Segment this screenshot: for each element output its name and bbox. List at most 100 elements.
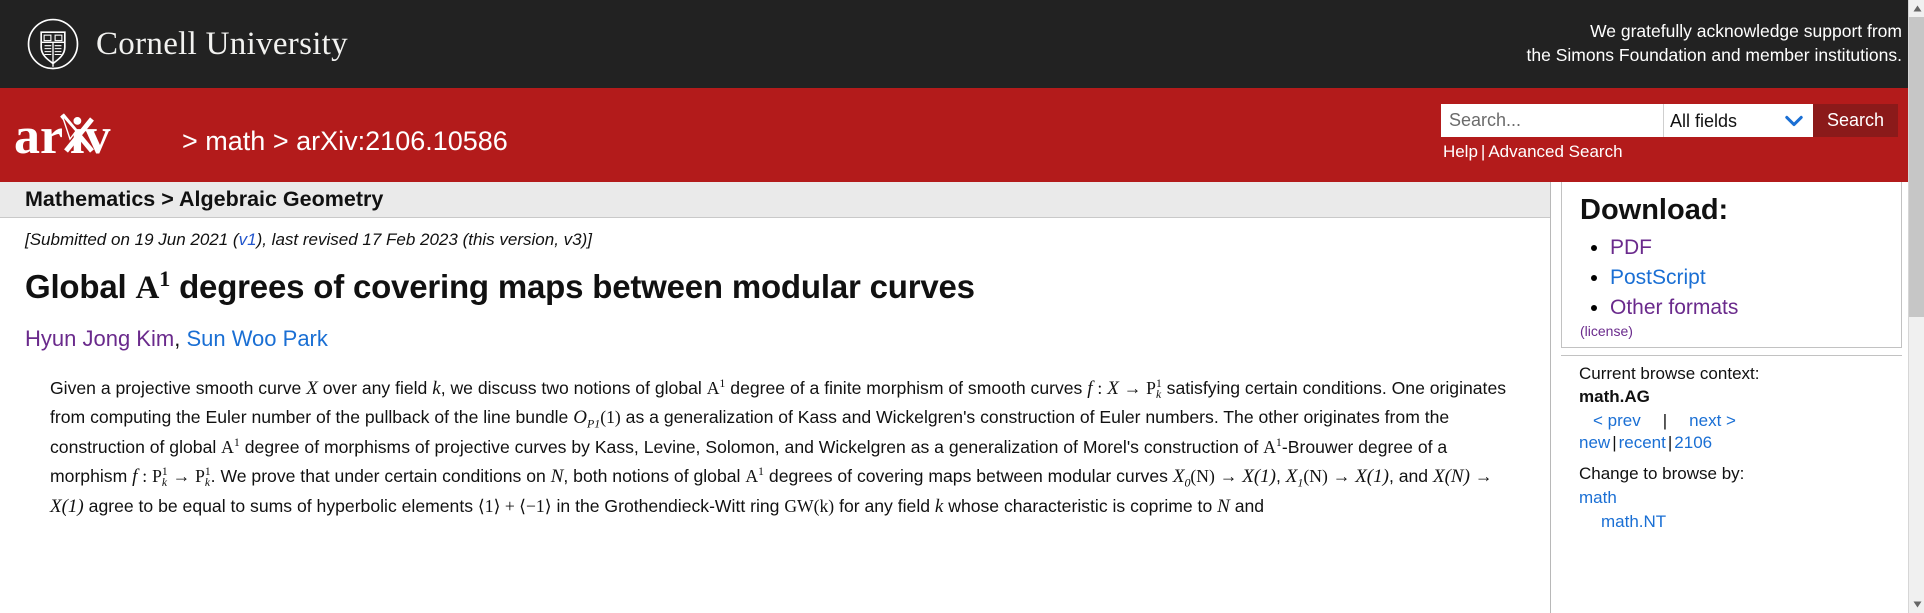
abstract-seg-4: degree of a finite morphism of smooth cu… xyxy=(730,377,1083,398)
help-separator: | xyxy=(1480,142,1486,161)
browse-link-math-nt[interactable]: math.NT xyxy=(1579,510,1902,534)
math-X0N-arg: (N) xyxy=(1190,465,1215,486)
download-heading: Download: xyxy=(1580,194,1729,226)
math-X: X xyxy=(306,377,318,399)
svg-text:ar: ar xyxy=(14,109,63,161)
list-item[interactable]: PDF xyxy=(1610,233,1901,263)
abstract-seg-14: in the Grothendieck-Witt ring xyxy=(556,495,780,516)
help-link[interactable]: Help xyxy=(1443,142,1478,161)
arxiv-header: ar iv > math > arXiv:2106.10586 All xyxy=(0,88,1924,182)
title-part-1: Global xyxy=(25,268,127,305)
subject-breadcrumb-bar: Mathematics > Algebraic Geometry xyxy=(0,182,1550,218)
math-A1-b: A1 xyxy=(221,435,240,458)
advanced-search-link[interactable]: Advanced Search xyxy=(1488,142,1622,161)
month-link[interactable]: 2106 xyxy=(1674,433,1712,452)
abstract-seg-3: , we discuss two notions of global xyxy=(440,377,702,398)
cornell-seal-icon xyxy=(27,18,79,70)
math-N: N xyxy=(550,465,564,487)
math-X1N-arg: (N) xyxy=(1303,465,1328,486)
breadcrumb-separator-2: > xyxy=(272,126,289,156)
new-recent-nav: new | recent | 2106 xyxy=(1579,433,1902,453)
abstract-seg-13: agree to be equal to sums of hyperbolic … xyxy=(88,495,474,516)
math-X1N: X xyxy=(1285,465,1298,487)
abstract-seg-11: degrees of covering maps between modular… xyxy=(768,465,1168,486)
math-A1-c: A1 xyxy=(1263,435,1282,458)
subject-secondary-link[interactable]: Algebraic Geometry xyxy=(179,187,383,211)
browse-link-math[interactable]: math xyxy=(1579,486,1902,510)
math-arrow-4: → xyxy=(1332,465,1351,486)
math-k: k xyxy=(432,377,441,399)
author-separator: , xyxy=(174,325,181,351)
math-X0N: X xyxy=(1172,465,1185,487)
version-v1-link[interactable]: v1 xyxy=(239,230,257,249)
abstract-seg-9: . We prove that under certain conditions… xyxy=(210,465,546,486)
download-other-formats-link[interactable]: Other formats xyxy=(1610,296,1738,319)
title-math-blackboard-A: A1 xyxy=(135,266,171,306)
current-browse-context-value: math.AG xyxy=(1579,387,1650,407)
subject-primary-link[interactable]: Mathematics xyxy=(25,187,155,211)
author-list: Hyun Jong Kim, Sun Woo Park xyxy=(25,326,1526,352)
next-link[interactable]: next > xyxy=(1689,411,1736,430)
scroll-down-arrow-icon[interactable] xyxy=(1909,596,1924,613)
license-link[interactable]: (license) xyxy=(1580,323,1633,339)
math-k-2: k xyxy=(934,495,944,517)
breadcrumb-identifier: arXiv:2106.10586 xyxy=(296,126,508,156)
math-arrow-3: → xyxy=(1219,465,1238,486)
breadcrumb-separator-1: > xyxy=(182,126,198,156)
browse-by-links: math math.NT xyxy=(1579,486,1902,534)
subject-line: Mathematics > Algebraic Geometry xyxy=(25,187,383,212)
breadcrumb: > math > arXiv:2106.10586 xyxy=(174,126,508,161)
content-area: Mathematics > Algebraic Geometry [Submit… xyxy=(0,182,1924,613)
page-title: Global A1 degrees of covering maps betwe… xyxy=(25,266,1526,308)
search-block: All fields Search Help|Advanced Search xyxy=(1440,104,1898,162)
prev-link[interactable]: < prev xyxy=(1593,411,1641,430)
recent-link[interactable]: recent xyxy=(1619,433,1666,452)
arxiv-logo-link[interactable]: ar iv xyxy=(14,109,174,161)
change-browse-label: Change to browse by: xyxy=(1579,464,1745,484)
search-input[interactable] xyxy=(1440,104,1663,137)
search-help-links: Help | Advanced Search xyxy=(1441,142,1898,162)
breadcrumb-archive-link[interactable]: math xyxy=(205,126,265,156)
math-A1-a: A1 xyxy=(706,376,726,398)
math-X-2: X xyxy=(1107,377,1119,399)
support-line-2: the Simons Foundation and member institu… xyxy=(1526,45,1902,65)
search-scope-wrapper[interactable]: All fields xyxy=(1662,104,1813,137)
page-scrollbar[interactable] xyxy=(1908,0,1924,613)
cornell-branding[interactable]: Cornell University xyxy=(26,17,348,71)
math-hyperbolic: ⟨1⟩ + ⟨−1⟩ xyxy=(477,495,552,516)
search-scope-select[interactable]: All fields xyxy=(1662,104,1813,137)
author-link-1[interactable]: Hyun Jong Kim xyxy=(25,326,174,351)
dateline-prefix: [Submitted on 19 Jun 2021 ( xyxy=(25,230,239,249)
search-form: All fields Search xyxy=(1440,104,1898,137)
support-acknowledgement: We gratefully acknowledge support from t… xyxy=(1527,20,1902,67)
arxiv-abstract-page: Cornell University We gratefully acknowl… xyxy=(0,0,1924,613)
download-list: PDF PostScript Other formats xyxy=(1562,233,1901,322)
math-colon: : xyxy=(1097,377,1103,398)
math-one: (1) xyxy=(600,407,621,428)
math-f-2: f xyxy=(132,465,138,487)
download-pdf-link[interactable]: PDF xyxy=(1610,236,1652,259)
download-postscript-link[interactable]: PostScript xyxy=(1610,266,1706,289)
math-arrow-2: → xyxy=(172,465,191,486)
search-submit-button[interactable]: Search xyxy=(1812,104,1898,137)
list-item[interactable]: Other formats xyxy=(1610,293,1901,323)
math-X1-a: X(1) xyxy=(1242,465,1276,487)
scrollbar-thumb[interactable] xyxy=(1909,17,1924,317)
math-A1-d: A1 xyxy=(745,463,765,486)
license-line: (license) xyxy=(1562,323,1901,339)
new-link[interactable]: new xyxy=(1579,433,1610,452)
scroll-up-arrow-icon[interactable] xyxy=(1909,0,1924,17)
current-browse-context-label: Current browse context: xyxy=(1579,364,1760,384)
math-O-subscript: P1 xyxy=(586,416,601,431)
list-item[interactable]: PostScript xyxy=(1610,263,1901,293)
title-part-2: degrees of covering maps between modular… xyxy=(179,268,975,305)
new-recent-separator-1: | xyxy=(1612,433,1617,453)
author-link-2[interactable]: Sun Woo Park xyxy=(186,326,327,351)
math-colon-2: : xyxy=(142,465,148,486)
abstract-seg-12a: , xyxy=(1276,465,1281,486)
abstract-seg-15: for any field xyxy=(839,495,931,516)
math-O-sheaf: O xyxy=(573,407,587,429)
download-panel: Download: PDF PostScript Other formats (… xyxy=(1561,182,1902,349)
abstract-seg-1: Given a projective smooth curve xyxy=(50,377,302,398)
support-line-1: We gratefully acknowledge support from xyxy=(1590,21,1902,42)
